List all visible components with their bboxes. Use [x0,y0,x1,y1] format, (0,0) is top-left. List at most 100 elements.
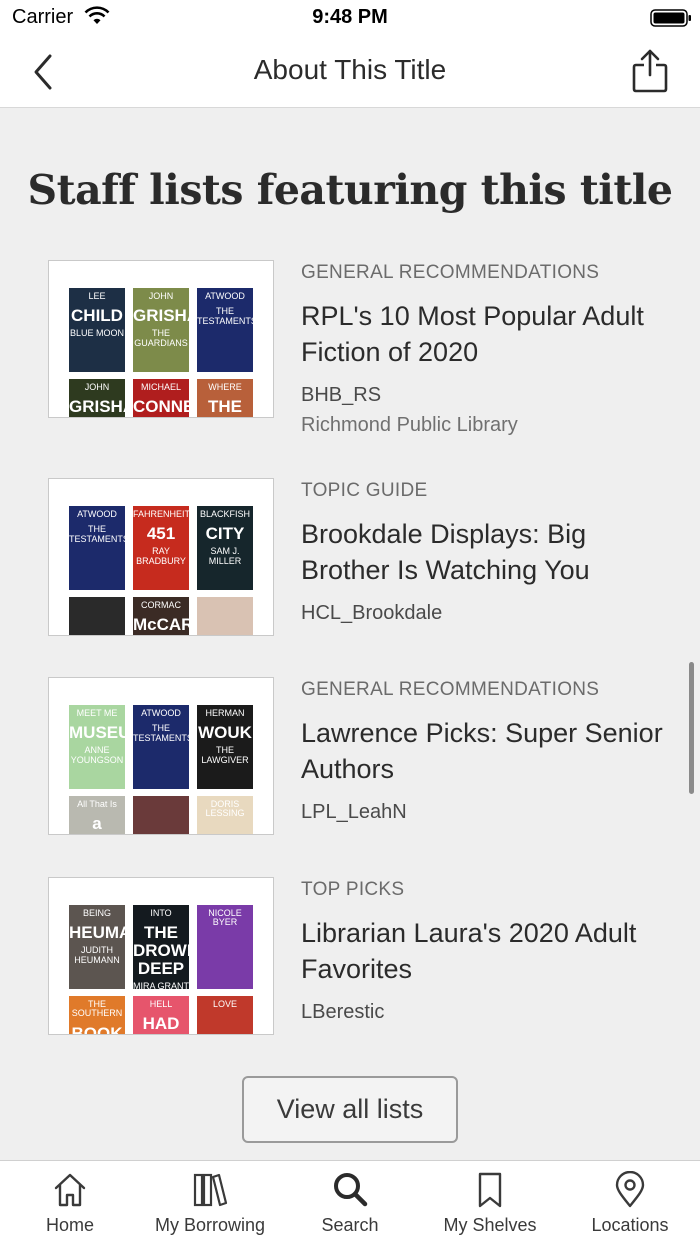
cover-collage: ATWOOD THE TESTAMENTS FAHRENHEIT 451 RAY BRA… [48,478,274,636]
navigation-bar: About This Title [0,36,700,108]
book-cover: BLACKFISH CITY SAM J. MILLER [197,506,253,590]
book-cover-text: NICOLE BYER [208,908,242,928]
tab-home[interactable]: Home [0,1161,140,1244]
section-heading: Staff lists featuring this title [27,166,673,214]
book-cover: ATWOOD THE TESTAMENTS [69,506,125,590]
book-cover-text: JOHN [84,382,110,392]
book-cover: ATWOOD THE TESTAMENTS [197,288,253,372]
list-author[interactable]: HCL_Brookdale [301,598,671,628]
tab-label: My Borrowing [154,1215,266,1235]
bookmark-icon [478,1172,502,1208]
scrollbar[interactable] [689,662,694,794]
list-info: TOPIC GUIDE Brookdale Displays: Big Brot… [301,478,671,628]
page-title: About This Title [253,54,447,85]
book-cover-text: MIRA GRANT [133,980,189,989]
book-cover: DORIS LESSING [197,796,253,834]
book-cover-text: THE TESTAMENTS [197,306,253,326]
book-cover-text: LOVE [212,999,237,1009]
book-cover-text: CITY [205,524,245,544]
book-cover-text: 451 [146,524,176,544]
book-cover-text: JOHN [148,291,174,301]
cover-collage: BEING HEUMANNJUDITH HEUMANN INTO THE DROWNI… [48,877,274,1035]
tab-label: Search [321,1215,379,1235]
book-cover: JOHN GRISHAMTHE GUARDIANS [133,288,189,372]
tab-label: Home [45,1215,94,1235]
list-title[interactable]: Librarian Laura's 2020 Adult Favorites [301,915,671,987]
book-cover-text: LEE [88,291,106,301]
book-cover-text: CHILD [71,306,123,326]
cover-collage: LEECHILDBLUE MOONJOHNGRISHAMTHE GUARDIAN… [48,260,274,418]
book-cover: WHERE THE [197,379,253,417]
list-title[interactable]: RPL's 10 Most Popular Adult Fiction of 2… [301,298,671,370]
book-cover-text: BLACKFISH [199,509,250,519]
list-category: GENERAL RECOMMENDATIONS [301,262,600,283]
search-icon [334,1173,368,1207]
list-author[interactable]: LBerestic [301,997,671,1027]
book-cover: NICOLE BYER [197,905,253,989]
book-cover: MICHAEL CONNELLY [133,379,189,417]
home-icon [54,1173,86,1207]
tab-search[interactable]: Search [280,1161,420,1244]
status-time: 9:48 PM [312,6,388,28]
book-cover-text: MEET ME [76,708,118,718]
book-cover-text: CONNELLY [133,397,189,417]
tab-my-borrowing[interactable]: My Borrowing [140,1161,280,1244]
book-cover: FAHRENHEIT 451 RAY BRADBURY [133,506,189,590]
list-info: GENERAL RECOMMENDATIONS Lawrence Picks: … [301,677,671,827]
list-category: TOPIC GUIDE [301,480,428,501]
book-cover: THE SOUTHERNBOOK CLUB'SSLAYING [69,996,125,1035]
book-cover-text: WHERE [208,382,242,392]
book-cover: LEE CHILD BLUE MOON [69,288,125,372]
book-cover-text: THE [208,397,242,417]
book-cover-text: McCARTHY [133,615,189,635]
list-title[interactable]: Brookdale Displays: Big Brother Is Watch… [301,516,671,588]
book-cover-text: CORMAC [141,600,181,610]
tab-label: Locations [591,1215,669,1235]
cover-collage: MEET ME MUSEUMANNE YOUNGSON ATWOOD THE TEST… [48,677,274,835]
book-cover: ATWOOD THE TESTAMENTS [133,705,189,789]
book-cover-text: THE SOUTHERN [71,999,123,1019]
tab-locations[interactable]: Locations [560,1161,700,1244]
book-cover-text: HERMAN [205,708,245,718]
book-cover-text: INTO [150,908,172,918]
book-cover: MEET ME MUSEUMANNE YOUNGSON [69,705,125,789]
book-cover-text: THE TESTAMENTS [69,524,125,544]
book-cover-text: FAHRENHEIT [133,509,189,519]
list-category: TOP PICKS [301,879,405,900]
view-all-lists-button[interactable]: View all lists [242,1076,458,1143]
book-cover-text: SAM J. MILLER [208,546,242,566]
book-cover-text: THE TESTAMENTS [133,723,189,743]
book-cover-text: All That Is [77,799,117,809]
book-cover: LOVE [197,996,253,1034]
book-cover-text: GRISHAM [133,306,189,326]
book-cover-text: THE DROWNING DEEP [133,923,189,979]
book-cover-text: GRISHAM [69,397,125,417]
tab-my-shelves[interactable]: My Shelves [420,1161,560,1244]
share-button[interactable] [630,48,670,94]
list-title[interactable]: Lawrence Picks: Super Senior Authors [301,715,671,787]
book-cover-text: a novel [75,814,119,834]
book-cover-text: JUDITH HEUMANN [74,945,120,965]
list-library: Richmond Public Library [301,414,518,436]
book-cover-text: BEING [82,908,111,918]
book-cover-text: DORIS LESSING [205,799,245,819]
book-cover-text: ATWOOD [141,708,181,718]
book-cover-text: BOOK CLUB'S [71,1023,123,1035]
book-cover: HERMAN WOUK THE LAWGIVER [197,705,253,789]
book-cover-text: RAY BRADBURY [136,546,186,566]
book-cover-text: HELL [149,999,173,1009]
book-cover-text: THE GUARDIANS [134,328,188,348]
book-cover-text: ANNE YOUNGSON [70,745,124,765]
book-cover [133,796,189,834]
list-info: GENERAL RECOMMENDATIONS RPL's 10 Most Po… [301,260,671,440]
status-bar: Carrier 9:48 PM [0,0,700,36]
book-cover: INTO THE DROWNING DEEPMIRA GRANT [133,905,189,989]
book-cover [197,597,253,635]
battery-icon [650,9,691,27]
book-cover: JOHN GRISHAM [69,379,125,417]
list-author[interactable]: BHB_RS [301,380,671,410]
list-author[interactable]: LPL_LeahN [301,797,671,827]
tab-bar: Home My Borrowing Search My Shelves Loca… [0,1160,700,1244]
book-cover [69,597,125,635]
book-cover: HELL HAD [133,996,189,1034]
